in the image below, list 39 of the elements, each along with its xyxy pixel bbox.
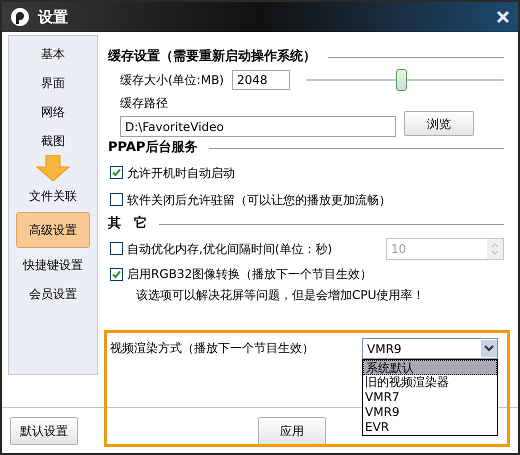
section-heading: PPAP后台服务 (108, 138, 198, 158)
sidebar-item[interactable]: 文件关联 (29, 181, 77, 210)
cache-path-field[interactable]: D:\FavoriteVideo (120, 116, 396, 137)
render-label: 视频渲染方式（播放下一个节目生效） (110, 340, 314, 357)
dropdown-option[interactable]: EVR (363, 420, 497, 435)
app-logo-icon (10, 7, 30, 27)
dropdown-option[interactable]: VMR7 (363, 390, 497, 405)
dropdown-caret-icon[interactable] (481, 340, 497, 357)
browse-button[interactable]: 浏览 (404, 111, 474, 136)
sidebar-item[interactable]: 界面 (41, 68, 65, 97)
section-heading: 其 它 (108, 214, 147, 234)
sidebar-item[interactable]: 快捷键设置 (23, 250, 83, 279)
cache-size-field[interactable]: 2048 (232, 70, 290, 90)
dropdown-option[interactable]: 系统默认 (363, 360, 497, 375)
sidebar-item[interactable]: 基本 (41, 39, 65, 68)
apply-button[interactable]: 应用 (258, 416, 326, 444)
down-arrow-icon (35, 155, 71, 181)
checkbox[interactable] (110, 166, 123, 179)
checkbox-label: 自动优化内存,优化间隔时间(单位：秒) (127, 240, 332, 258)
render-select[interactable]: VMR9 (362, 338, 498, 359)
checkbox[interactable] (110, 193, 123, 206)
sidebar-item[interactable]: 截图 (41, 126, 65, 155)
window-title: 设置 (38, 6, 68, 28)
field-label: 缓存大小(单位:MB) (120, 72, 224, 89)
sidebar-item[interactable]: 高级设置 (16, 212, 90, 248)
dropdown-option[interactable]: 旧的视频渲染器 (363, 375, 497, 390)
field-label: 缓存路径 (119, 95, 169, 112)
dropdown-option[interactable]: VMR9 (363, 405, 497, 420)
default-settings-button[interactable]: 默认设置 (10, 416, 78, 444)
sidebar-item[interactable]: 网络 (41, 97, 65, 126)
checkbox-label: 软件关闭后允许驻留（可以让您的播放更加流畅） (127, 192, 391, 208)
slider-thumb[interactable] (396, 69, 408, 91)
section-heading: 缓存设置（需要重新启动操作系统） (108, 48, 316, 66)
checkbox-label: 启用RGB32图像转换（播放下一个节目生效） (127, 266, 372, 283)
note-text: 该选项可以解决花屏等问题，但是会增加CPU使用率！ (135, 287, 426, 304)
checkbox-label: 允许开机时自动启动 (127, 164, 235, 182)
close-icon[interactable] (496, 10, 510, 24)
sidebar-item[interactable]: 会员设置 (29, 279, 77, 308)
checkbox[interactable] (110, 268, 123, 280)
